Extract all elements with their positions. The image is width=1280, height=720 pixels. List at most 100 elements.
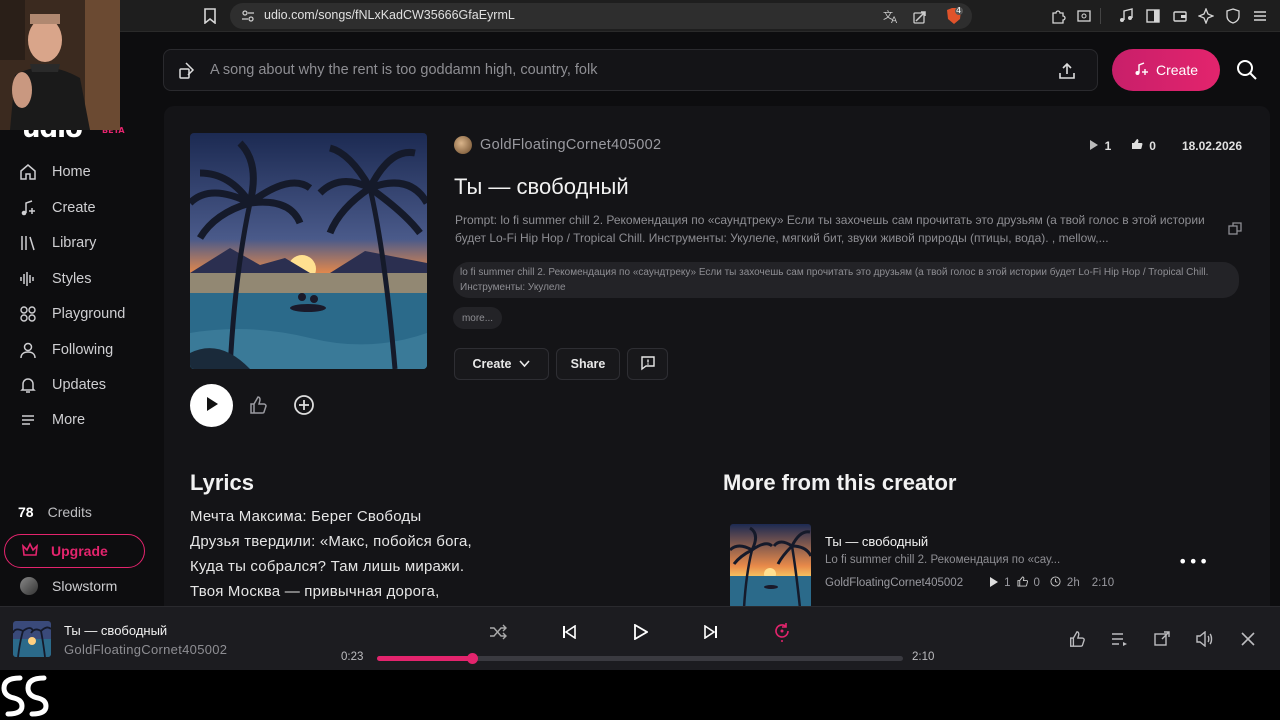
like-count: 0: [1149, 138, 1156, 153]
play-icon[interactable]: [630, 621, 652, 643]
list-item[interactable]: Ты — свободный Lo fi summer chill 2. Рек…: [730, 524, 1250, 608]
user-profile[interactable]: Slowstorm: [20, 577, 117, 595]
create-button[interactable]: Create: [1112, 49, 1220, 91]
upgrade-button[interactable]: Upgrade: [4, 534, 145, 568]
comments-button[interactable]: [627, 348, 668, 380]
url-text: udio.com/songs/fNLxKadCW35666GfaEyrmL: [264, 8, 515, 22]
waveform-icon: [18, 269, 38, 289]
search-input[interactable]: [210, 56, 1030, 84]
play-count-icon: [1089, 139, 1099, 153]
progress-handle[interactable]: [466, 653, 478, 664]
chevron-down-icon: [519, 357, 531, 371]
sidebar-item-library[interactable]: Library: [18, 229, 96, 257]
more-from-creator-heading: More from this creator: [723, 470, 957, 495]
copy-icon[interactable]: [1228, 221, 1242, 235]
brave-shield-icon[interactable]: 4: [944, 6, 964, 25]
search-icon[interactable]: [1236, 59, 1258, 81]
previous-track-icon[interactable]: [558, 621, 580, 643]
sidebar-toggle-icon[interactable]: [1143, 6, 1163, 26]
svg-text:A: A: [891, 16, 898, 25]
play-count: 1: [1104, 138, 1112, 153]
sidebar-item-label: Home: [52, 164, 91, 180]
person-icon: [18, 340, 38, 360]
bell-icon: [18, 375, 38, 395]
sidebar-item-home[interactable]: Home: [18, 158, 91, 186]
address-bar[interactable]: udio.com/songs/fNLxKadCW35666GfaEyrmL 文A…: [230, 3, 972, 29]
song-title[interactable]: Ты — свободный: [825, 534, 928, 549]
library-icon: [18, 233, 38, 253]
song-title: Ты — свободный: [454, 174, 629, 199]
volume-icon[interactable]: [1195, 629, 1215, 649]
song-stats: 1 0 18.02.2026: [1089, 138, 1242, 153]
shield-badge: 4: [956, 6, 962, 15]
repeat-icon[interactable]: [771, 621, 793, 643]
credits-count: 78: [18, 504, 34, 520]
more-options-icon[interactable]: •••: [1178, 552, 1208, 572]
home-icon: [18, 162, 38, 182]
play-icon: [205, 396, 219, 416]
close-icon[interactable]: [1238, 629, 1258, 649]
like-icon[interactable]: [1067, 629, 1087, 649]
play-button[interactable]: [190, 384, 233, 427]
progress-fill: [377, 656, 472, 661]
sidebar-item-styles[interactable]: Styles: [18, 265, 92, 293]
sidebar-item-following[interactable]: Following: [18, 336, 113, 364]
comment-icon: [640, 355, 656, 374]
media-icon[interactable]: [1116, 6, 1136, 26]
now-playing-title[interactable]: Ты — свободный: [64, 623, 167, 638]
share-page-icon[interactable]: [912, 7, 930, 25]
creator-name[interactable]: GoldFloatingCornet405002: [825, 577, 963, 589]
style-tags[interactable]: lo fi summer chill 2. Рекомендация по «с…: [453, 262, 1239, 298]
browser-menu-icon[interactable]: [1250, 6, 1270, 26]
player-bar: Ты — свободный GoldFloatingCornet405002 …: [0, 606, 1280, 670]
add-to-playlist-button[interactable]: [293, 394, 315, 416]
leo-ai-icon[interactable]: [1196, 6, 1216, 26]
translate-icon[interactable]: 文A: [882, 7, 900, 26]
more-tags-button[interactable]: more...: [453, 307, 502, 329]
creator-name: GoldFloatingCornet405002: [480, 137, 662, 153]
menu-icon: [18, 410, 38, 430]
lyric-line: Твоя Москва — привычная дорога,: [190, 583, 440, 600]
like-button[interactable]: [248, 395, 268, 415]
prompt-tags-icon[interactable]: [178, 61, 198, 81]
create-dropdown-button[interactable]: Create: [454, 348, 549, 380]
upload-icon[interactable]: [1057, 61, 1077, 81]
screenshot-icon[interactable]: [1074, 6, 1094, 26]
shuffle-icon[interactable]: [487, 621, 509, 643]
avatar: [20, 577, 38, 595]
credits-display[interactable]: 78 Credits: [18, 504, 92, 520]
share-label: Share: [570, 357, 606, 371]
like-count: 0: [1033, 577, 1040, 589]
next-track-icon[interactable]: [700, 621, 722, 643]
now-playing-artist[interactable]: GoldFloatingCornet405002: [64, 642, 227, 657]
play-count: 1: [1004, 577, 1011, 589]
toolbar-divider: [1100, 8, 1101, 24]
thumbs-up-icon: [1131, 138, 1143, 153]
creator-link[interactable]: GoldFloatingCornet405002: [454, 136, 661, 154]
sidebar-item-playground[interactable]: Playground: [18, 300, 125, 328]
share-button[interactable]: Share: [556, 348, 620, 380]
crown-icon: [21, 541, 39, 561]
song-thumbnail[interactable]: [730, 524, 811, 608]
sidebar-item-create[interactable]: Create: [18, 194, 96, 222]
total-time: 2:10: [912, 651, 935, 663]
wallet-icon[interactable]: [1170, 6, 1190, 26]
sidebar-item-label: Following: [52, 342, 114, 358]
queue-icon[interactable]: [1110, 629, 1130, 649]
udio-app: udio BETA Home Create Library Styles Pla…: [0, 32, 1280, 608]
extensions-icon[interactable]: [1048, 6, 1068, 26]
open-external-icon[interactable]: [1152, 629, 1172, 649]
sidebar-item-updates[interactable]: Updates: [18, 371, 106, 399]
lyric-line: Мечта Максима: Берег Свободы: [190, 508, 422, 525]
progress-track[interactable]: [377, 653, 903, 664]
bookmark-icon[interactable]: [200, 6, 220, 26]
site-settings-icon[interactable]: [240, 8, 256, 24]
webcam-overlay: [0, 0, 120, 130]
upgrade-label: Upgrade: [51, 543, 108, 559]
song-age: 2h: [1066, 577, 1080, 589]
now-playing-cover[interactable]: [13, 621, 51, 657]
vpn-icon[interactable]: [1223, 6, 1243, 26]
sidebar-item-label: Playground: [52, 306, 126, 322]
lyrics-heading: Lyrics: [190, 470, 255, 495]
sidebar-item-more[interactable]: More: [18, 406, 85, 434]
